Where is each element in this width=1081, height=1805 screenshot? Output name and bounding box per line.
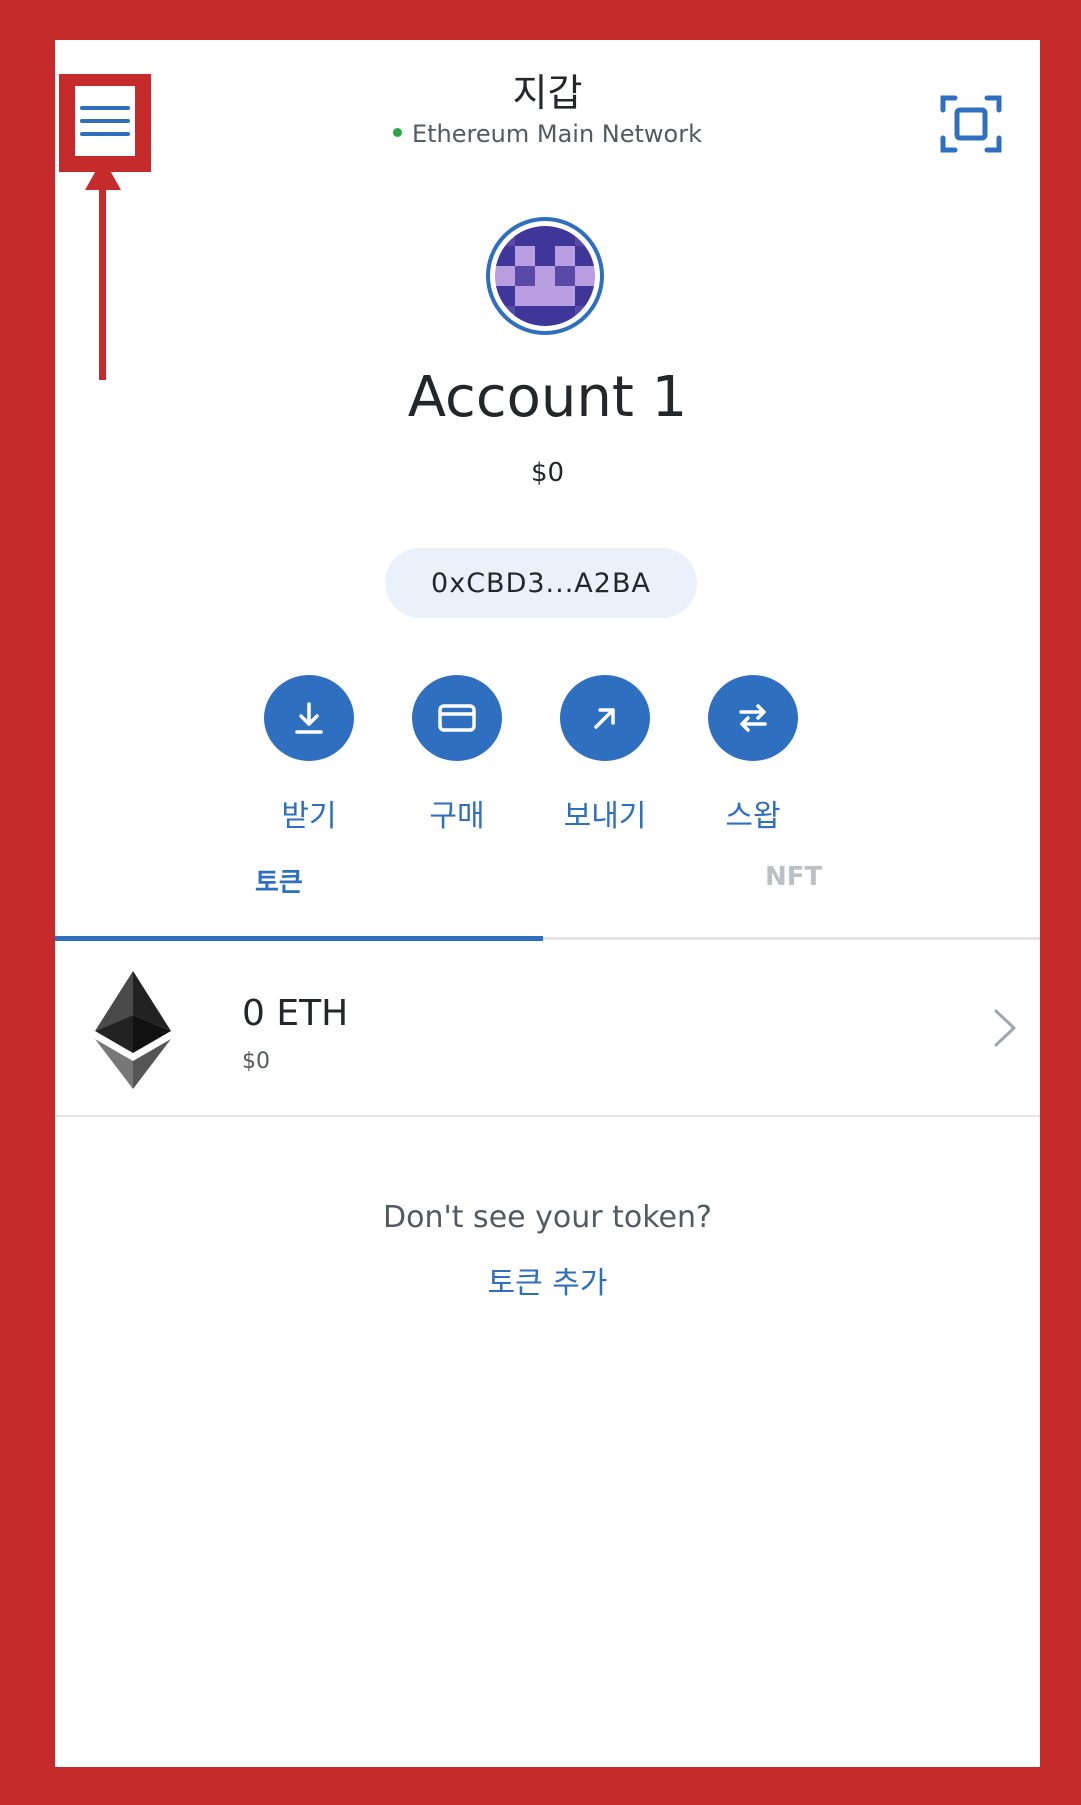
chevron-right-icon (994, 1009, 1016, 1047)
account-address-pill[interactable]: 0xCBD3...A2BA (385, 548, 697, 618)
annotation-arrow-head (85, 158, 121, 190)
wallet-screen: 지갑 Ethereum Main Network Account 1 $0 0x… (55, 40, 1040, 1767)
buy-button[interactable]: 구매 (387, 675, 527, 835)
annotation-arrow (99, 188, 106, 380)
ethereum-icon (95, 971, 171, 1089)
account-avatar[interactable] (486, 217, 604, 335)
receive-label: 받기 (281, 799, 337, 834)
network-name: Ethereum Main Network (411, 120, 702, 148)
swap-icon (739, 704, 767, 732)
arrow-up-right-icon (594, 708, 615, 729)
token-fiat-value: $0 (242, 1049, 270, 1074)
receive-button[interactable]: 받기 (239, 675, 379, 835)
swap-label: 스왑 (725, 799, 781, 834)
identicon (495, 226, 595, 326)
page-title: 지갑 (512, 71, 583, 115)
token-amount: 0 ETH (242, 993, 349, 1034)
download-icon (295, 702, 323, 734)
tab-nft[interactable]: NFT (765, 862, 822, 892)
send-button[interactable]: 보내기 (535, 675, 675, 835)
account-name[interactable]: Account 1 (55, 365, 1040, 430)
buy-label: 구매 (429, 799, 485, 834)
send-label: 보내기 (563, 799, 647, 834)
token-list-item[interactable]: 0 ETH $0 (55, 941, 1040, 1117)
swap-button[interactable]: 스왑 (683, 675, 823, 835)
add-token-link[interactable]: 토큰 추가 (55, 1258, 1040, 1302)
account-balance: $0 (530, 458, 565, 488)
tab-tokens[interactable]: 토큰 (255, 862, 303, 899)
network-status-dot (392, 127, 402, 137)
missing-token-hint: Don't see your token? (383, 1200, 712, 1235)
card-icon (438, 704, 476, 732)
network-indicator[interactable]: Ethereum Main Network (55, 120, 1040, 148)
qr-scan-icon[interactable] (939, 92, 1003, 156)
